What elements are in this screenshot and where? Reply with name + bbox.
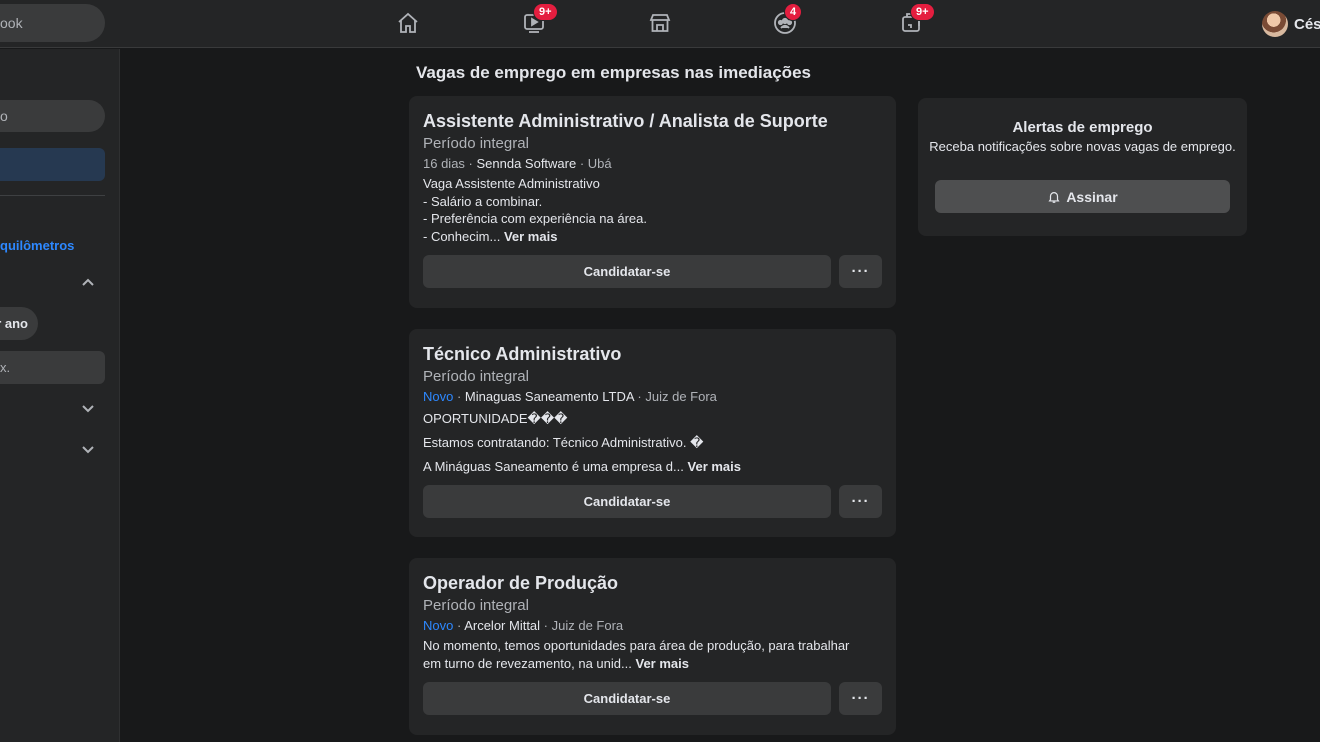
sidebar-filter-input[interactable]: x. (0, 351, 105, 384)
description-line: - Preferência com experiência na área. (423, 211, 648, 226)
distance-filter-link[interactable]: quilômetros (0, 238, 74, 253)
company-name[interactable]: Arcelor Mittal (464, 618, 540, 633)
notification-badge: 9+ (533, 3, 558, 21)
job-title[interactable]: Operador de Produção (423, 571, 882, 595)
description-line: - Salário a combinar. (423, 193, 543, 209)
page-title: Vagas de emprego em empresas nas imediaç… (416, 63, 811, 82)
description-line: - Conhecim... (423, 228, 501, 244)
top-navigation-bar: ook 9+ 4 9+ Césa (0, 0, 1320, 48)
job-title[interactable]: Assistente Administrativo / Analista de … (423, 109, 882, 133)
job-type: Período integral (423, 135, 529, 152)
profile-name: Césa (1294, 15, 1320, 33)
description-line: A Mináguas Saneamento é uma empresa d... (423, 459, 684, 474)
see-more-link[interactable]: Ver mais (688, 459, 742, 474)
company-name[interactable]: Minaguas Saneamento LTDA (465, 389, 634, 404)
home-icon (398, 12, 418, 33)
profile-button[interactable]: Césa (1262, 10, 1320, 38)
job-alerts-subtitle: Receba notificações sobre novas vagas de… (929, 139, 1236, 154)
job-alerts-card: Alertas de emprego Receba notificações s… (918, 98, 1247, 236)
home-nav-button[interactable] (393, 8, 423, 38)
job-description: OPORTUNIDADE��� Estamos contratando: Téc… (423, 407, 882, 479)
sidebar-divider (0, 195, 105, 196)
more-options-button[interactable]: ··· (839, 485, 882, 518)
job-title[interactable]: Técnico Administrativo (423, 342, 882, 366)
sidebar-search-input[interactable]: o (0, 100, 105, 132)
description-line: Vaga Assistente Administrativo (423, 176, 600, 191)
job-meta: Novo · Arcelor Mittal · Juiz de Fora (423, 618, 624, 633)
apply-button[interactable]: Candidatar-se (423, 255, 831, 288)
marketplace-nav-button[interactable] (645, 8, 675, 38)
company-name[interactable]: Sennda Software (476, 156, 576, 171)
apply-button[interactable]: Candidatar-se (423, 682, 831, 715)
job-description: Vaga Assistente Administrativo - Salário… (423, 175, 882, 245)
job-card: Operador de Produção Período integral No… (409, 558, 896, 735)
more-options-button[interactable]: ··· (839, 255, 882, 288)
job-meta: Novo · Minaguas Saneamento LTDA · Juiz d… (423, 389, 717, 404)
see-more-link[interactable]: Ver mais (635, 656, 689, 671)
job-location: Ubá (587, 156, 612, 171)
job-location: Juiz de Fora (551, 618, 624, 633)
see-more-link[interactable]: Ver mais (504, 229, 558, 244)
store-icon (649, 14, 671, 32)
job-meta: 16 dias · Sennda Software · Ubá (423, 156, 612, 171)
chevron-up-icon[interactable] (80, 274, 96, 290)
subscribe-label: Assinar (1066, 188, 1118, 205)
job-card: Técnico Administrativo Período integral … (409, 329, 896, 537)
sidebar-item-active[interactable] (0, 148, 105, 181)
gaming-nav-button[interactable]: 9+ (896, 3, 935, 38)
job-location: Juiz de Fora (645, 389, 717, 404)
job-type: Período integral (423, 368, 529, 385)
description-line: OPORTUNIDADE��� (423, 411, 568, 426)
apply-button[interactable]: Candidatar-se (423, 485, 831, 518)
search-input[interactable]: ook (0, 4, 105, 42)
filter-chip[interactable]: r ano (0, 307, 38, 340)
groups-nav-button[interactable]: 4 (770, 3, 803, 38)
avatar (1262, 11, 1288, 37)
left-sidebar: o quilômetros r ano x. (0, 49, 120, 742)
posted-date: 16 dias (423, 156, 465, 171)
notification-badge: 4 (784, 3, 803, 21)
watch-nav-button[interactable]: 9+ (519, 3, 558, 38)
subscribe-button[interactable]: Assinar (935, 180, 1230, 213)
chevron-down-icon[interactable] (80, 442, 96, 458)
description-line: Estamos contratando: Técnico Administrat… (423, 435, 704, 450)
description-line: em turno de revezamento, na unid... (423, 655, 632, 671)
notification-badge: 9+ (910, 3, 935, 21)
chevron-down-icon[interactable] (80, 401, 96, 417)
job-alerts-title: Alertas de emprego (1012, 119, 1153, 136)
new-badge: Novo (423, 618, 454, 633)
job-card: Assistente Administrativo / Analista de … (409, 96, 896, 308)
job-type: Período integral (423, 597, 529, 614)
new-badge: Novo (423, 389, 454, 404)
job-description: No momento, temos oportunidades para áre… (423, 637, 882, 672)
description-line: No momento, temos oportunidades para áre… (423, 638, 850, 653)
more-options-button[interactable]: ··· (839, 682, 882, 715)
bell-icon (1048, 191, 1060, 203)
